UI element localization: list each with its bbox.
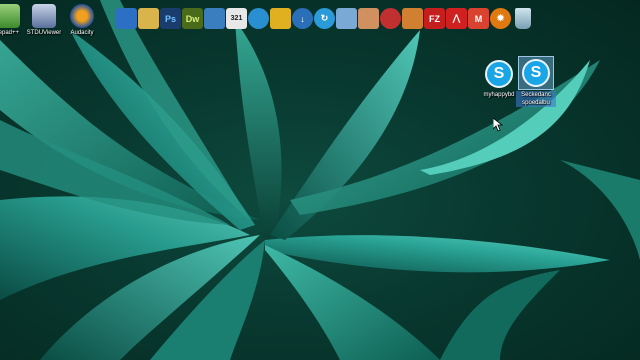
computer-icon[interactable] (116, 8, 137, 29)
folder-icon[interactable] (138, 8, 159, 29)
notepad-plus-icon (0, 4, 20, 28)
calendar-icon[interactable]: 321 (226, 8, 247, 29)
download-icon[interactable]: ↓ (292, 8, 313, 29)
bird-mail-icon[interactable] (270, 8, 291, 29)
document-icon[interactable] (336, 8, 357, 29)
recycle-bin-icon[interactable] (515, 8, 531, 29)
desktop-icon-skype-selected[interactable]: S Seckedanc spoedalbu (508, 56, 564, 109)
wallpaper (0, 0, 640, 360)
audacity-icon (70, 4, 94, 28)
settings-icon[interactable]: ✹ (490, 8, 511, 29)
gmail-icon[interactable]: M (468, 8, 489, 29)
acrobat-icon[interactable]: ⋀ (446, 8, 467, 29)
desktop[interactable]: tepad++ STDUViewer Audacity Ps Dw 321 ↓ … (0, 0, 640, 360)
paint-icon[interactable] (402, 8, 423, 29)
dreamweaver-icon[interactable]: Dw (182, 8, 203, 29)
monitor-icon[interactable] (204, 8, 225, 29)
refresh-icon[interactable]: ↻ (314, 8, 335, 29)
mouse-cursor-icon (493, 118, 503, 132)
photoshop-icon[interactable]: Ps (160, 8, 181, 29)
desktop-icon-audacity[interactable]: Audacity (58, 4, 106, 37)
icon-label: Audacity (70, 30, 94, 36)
hand-icon[interactable] (358, 8, 379, 29)
skype-icon: S (522, 59, 550, 87)
quick-launch-bar: Ps Dw 321 ↓ ↻ FZ ⋀ M ✹ (116, 8, 531, 29)
stduviewer-icon (32, 4, 56, 28)
filezilla-icon[interactable]: FZ (424, 8, 445, 29)
icon-label: Seckedanc spoedalbu (516, 91, 556, 107)
media-icon[interactable] (380, 8, 401, 29)
globe-icon[interactable] (248, 8, 269, 29)
